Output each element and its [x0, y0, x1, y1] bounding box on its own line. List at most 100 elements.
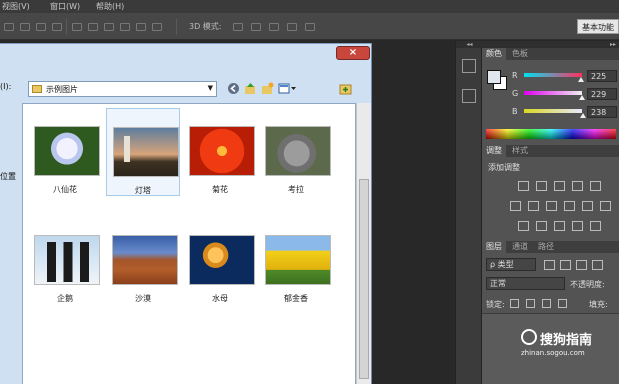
collapse-grip[interactable]: ▸▸	[482, 41, 619, 48]
3d-rotate-icon[interactable]	[233, 23, 243, 31]
file-item[interactable]: 八仙花	[28, 108, 102, 196]
file-item-selected[interactable]: 灯塔	[106, 108, 180, 196]
channel-r-value[interactable]: 225	[587, 70, 617, 82]
channel-b-thumb[interactable]	[580, 113, 586, 118]
add-folder-icon[interactable]	[339, 82, 352, 95]
vertical-scrollbar[interactable]	[356, 103, 371, 384]
align-middle-icon[interactable]	[20, 23, 30, 31]
distribute-spacing-icon[interactable]	[136, 23, 146, 31]
tab-swatches[interactable]: 色板	[508, 48, 532, 60]
panel-dock: ◂◂	[455, 41, 483, 384]
back-icon[interactable]	[227, 82, 240, 95]
3d-slide-icon[interactable]	[287, 23, 297, 31]
color-spectrum[interactable]	[486, 129, 616, 139]
filter-adjustment-icon[interactable]	[560, 260, 571, 270]
lock-position-icon[interactable]	[542, 299, 551, 308]
view-menu-icon[interactable]	[278, 82, 297, 95]
foreground-color-swatch[interactable]	[487, 70, 501, 84]
channel-b-value[interactable]: 238	[587, 106, 617, 118]
file-thumbnail	[265, 126, 331, 176]
menu-window[interactable]: 窗口(W)	[50, 0, 80, 13]
file-thumbnail	[265, 235, 331, 285]
filter-type-icon[interactable]	[576, 260, 587, 270]
align-right-icon[interactable]	[104, 23, 114, 31]
invert-icon[interactable]	[518, 221, 529, 231]
align-top-icon[interactable]	[4, 23, 14, 31]
align-bottom-icon[interactable]	[36, 23, 46, 31]
channel-g-slider[interactable]	[524, 91, 582, 95]
file-name: 水母	[212, 294, 228, 303]
align-left-icon[interactable]	[72, 23, 82, 31]
add-adjustment-label: 添加调整	[488, 163, 520, 172]
file-thumbnail	[189, 235, 255, 285]
brightness-icon[interactable]	[518, 181, 529, 191]
menubar: 视图(V) 窗口(W) 帮助(H)	[0, 0, 619, 13]
scrollbar-thumb[interactable]	[359, 179, 369, 379]
close-button[interactable]: ×	[336, 46, 370, 60]
curves-icon[interactable]	[554, 181, 565, 191]
menu-view[interactable]: 视图(V)	[2, 0, 30, 13]
file-item[interactable]: 沙漠	[106, 217, 180, 305]
workspace-button[interactable]: 基本功能	[577, 19, 619, 34]
align-center-icon[interactable]	[88, 23, 98, 31]
vibrance-icon[interactable]	[590, 181, 601, 191]
tab-channels[interactable]: 通道	[508, 241, 532, 253]
photo-filter-icon[interactable]	[564, 201, 575, 211]
file-item[interactable]: 菊花	[183, 108, 257, 196]
folder-icon	[32, 85, 42, 93]
levels-icon[interactable]	[536, 181, 547, 191]
distribute-horizontal-icon[interactable]	[120, 23, 130, 31]
posterize-icon[interactable]	[536, 221, 547, 231]
menu-help[interactable]: 帮助(H)	[96, 0, 124, 13]
lock-image-icon[interactable]	[526, 299, 535, 308]
tab-layers[interactable]: 图层	[482, 241, 506, 253]
tab-paths[interactable]: 路径	[534, 241, 558, 253]
color-lookup-icon[interactable]	[600, 201, 611, 211]
history-icon[interactable]	[462, 59, 476, 73]
filter-pixel-icon[interactable]	[544, 260, 555, 270]
channel-r-thumb[interactable]	[578, 77, 584, 82]
selective-color-icon[interactable]	[590, 221, 601, 231]
color-balance-icon[interactable]	[528, 201, 539, 211]
adjustments-panel-tabs: 调整 样式	[482, 145, 619, 157]
distribute-width-icon[interactable]	[152, 23, 162, 31]
exposure-icon[interactable]	[572, 181, 583, 191]
file-item[interactable]: 考拉	[259, 108, 333, 196]
hue-saturation-icon[interactable]	[510, 201, 521, 211]
fill-label: 填充:	[589, 300, 608, 309]
options-bar: 3D 模式: 基本功能	[0, 13, 619, 40]
look-in-select[interactable]: 示例图片 ▼	[28, 81, 217, 97]
properties-icon[interactable]	[462, 89, 476, 103]
file-item[interactable]: 水母	[183, 217, 257, 305]
channel-b-slider[interactable]	[524, 109, 582, 113]
layer-filter-select[interactable]: ρ 类型	[486, 258, 536, 271]
3d-drag-icon[interactable]	[269, 23, 279, 31]
up-folder-icon[interactable]	[244, 82, 257, 95]
new-folder-icon[interactable]	[261, 82, 274, 95]
channel-mixer-icon[interactable]	[582, 201, 593, 211]
file-item[interactable]: 企鹅	[28, 217, 102, 305]
file-item[interactable]: 郁金香	[259, 217, 333, 305]
tab-styles[interactable]: 样式	[508, 145, 532, 157]
file-thumbnail	[34, 126, 100, 176]
3d-scale-icon[interactable]	[305, 23, 315, 31]
threshold-icon[interactable]	[554, 221, 565, 231]
gradient-map-icon[interactable]	[572, 221, 583, 231]
channel-g-thumb[interactable]	[579, 95, 585, 100]
channel-g-value[interactable]: 229	[587, 88, 617, 100]
lock-transparent-icon[interactable]	[510, 299, 519, 308]
separator	[176, 19, 177, 35]
black-white-icon[interactable]	[546, 201, 557, 211]
collapse-grip[interactable]: ◂◂	[456, 41, 483, 48]
tab-adjustments[interactable]: 调整	[482, 145, 506, 157]
filter-shape-icon[interactable]	[592, 260, 603, 270]
lock-all-icon[interactable]	[558, 299, 567, 308]
opacity-label: 不透明度:	[570, 280, 605, 289]
tab-color[interactable]: 颜色	[482, 48, 506, 60]
blend-mode-select[interactable]: 正常	[486, 277, 565, 290]
distribute-icon[interactable]	[52, 23, 62, 31]
channel-r-slider[interactable]	[524, 73, 582, 77]
file-thumbnail	[189, 126, 255, 176]
watermark-url: zhinan.sogou.com	[521, 349, 585, 357]
3d-roll-icon[interactable]	[251, 23, 261, 31]
